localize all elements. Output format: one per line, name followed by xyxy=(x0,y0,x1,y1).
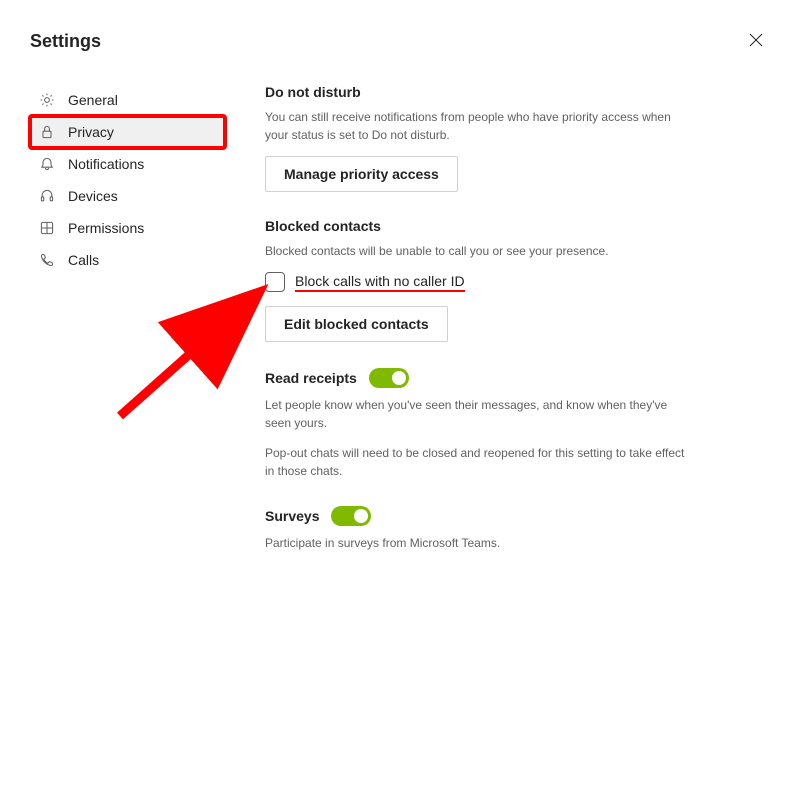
readreceipts-desc: Let people know when you've seen their m… xyxy=(265,396,685,432)
close-button[interactable] xyxy=(745,28,767,54)
sidebar-item-general[interactable]: General xyxy=(30,84,225,116)
settings-content: Do not disturb You can still receive not… xyxy=(265,84,685,578)
sidebar-item-label: Calls xyxy=(68,252,99,268)
sidebar-item-devices[interactable]: Devices xyxy=(30,180,225,212)
readreceipts-section: Read receipts Let people know when you'v… xyxy=(265,368,685,480)
surveys-desc: Participate in surveys from Microsoft Te… xyxy=(265,534,685,552)
readreceipts-toggle[interactable] xyxy=(369,368,409,388)
manage-priority-button[interactable]: Manage priority access xyxy=(265,156,458,192)
sidebar-item-label: Notifications xyxy=(68,156,144,172)
lock-icon xyxy=(38,123,56,141)
gear-icon xyxy=(38,91,56,109)
headset-icon xyxy=(38,187,56,205)
sidebar-item-permissions[interactable]: Permissions xyxy=(30,212,225,244)
block-callerid-checkbox[interactable] xyxy=(265,272,285,292)
surveys-toggle[interactable] xyxy=(331,506,371,526)
block-callerid-row: Block calls with no caller ID xyxy=(265,272,685,292)
sidebar-item-label: General xyxy=(68,92,118,108)
block-callerid-label[interactable]: Block calls with no caller ID xyxy=(295,273,465,292)
surveys-title: Surveys xyxy=(265,508,319,524)
phone-icon xyxy=(38,251,56,269)
edit-blocked-button[interactable]: Edit blocked contacts xyxy=(265,306,448,342)
bell-icon xyxy=(38,155,56,173)
sidebar-item-calls[interactable]: Calls xyxy=(30,244,225,276)
blocked-desc: Blocked contacts will be unable to call … xyxy=(265,242,685,260)
sidebar-item-privacy[interactable]: Privacy xyxy=(30,116,225,148)
readreceipts-desc2: Pop-out chats will need to be closed and… xyxy=(265,444,685,480)
sidebar-item-label: Privacy xyxy=(68,124,114,140)
permission-icon xyxy=(38,219,56,237)
dnd-desc: You can still receive notifications from… xyxy=(265,108,685,144)
dnd-section: Do not disturb You can still receive not… xyxy=(265,84,685,192)
close-icon xyxy=(749,33,763,47)
dnd-title: Do not disturb xyxy=(265,84,361,100)
sidebar-item-notifications[interactable]: Notifications xyxy=(30,148,225,180)
blocked-section: Blocked contacts Blocked contacts will b… xyxy=(265,218,685,342)
settings-sidebar: General Privacy Notifications Devices xyxy=(30,84,225,578)
surveys-section: Surveys Participate in surveys from Micr… xyxy=(265,506,685,552)
sidebar-item-label: Permissions xyxy=(68,220,144,236)
sidebar-item-label: Devices xyxy=(68,188,118,204)
readreceipts-title: Read receipts xyxy=(265,370,357,386)
page-title: Settings xyxy=(30,31,101,52)
blocked-title: Blocked contacts xyxy=(265,218,381,234)
